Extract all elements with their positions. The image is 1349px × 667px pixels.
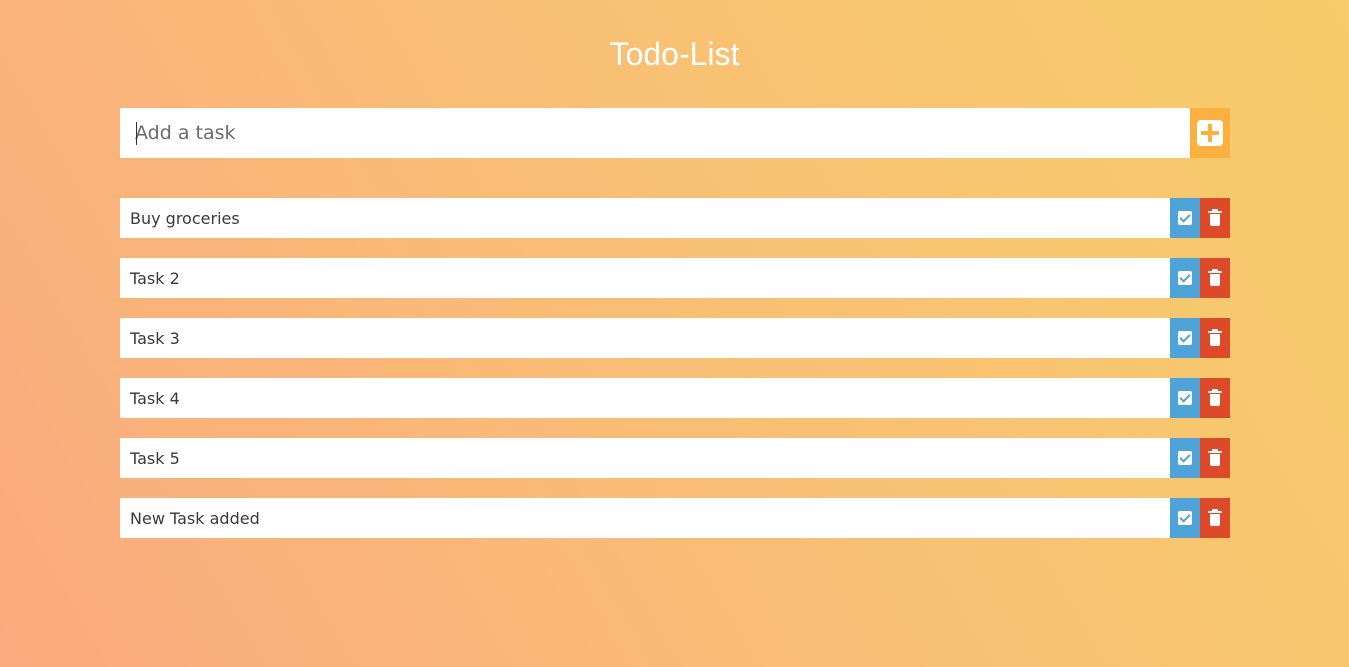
trash-icon [1208,209,1222,226]
complete-task-button[interactable] [1170,378,1200,418]
add-task-button[interactable] [1190,108,1230,158]
trash-icon [1208,329,1222,346]
check-square-icon [1178,331,1192,345]
delete-task-button[interactable] [1200,258,1230,298]
delete-task-button[interactable] [1200,198,1230,238]
trash-icon [1208,269,1222,286]
page-title: Todo-List [609,36,740,72]
trash-icon [1208,389,1222,406]
add-task-bar [120,108,1230,158]
task-item: Task 5 [120,438,1230,478]
task-item: Buy groceries [120,198,1230,238]
task-label: New Task added [130,508,260,528]
check-square-icon [1178,391,1192,405]
check-square-icon [1178,511,1192,525]
complete-task-button[interactable] [1170,318,1200,358]
add-task-input[interactable] [120,108,1190,158]
task-label: Task 3 [130,328,180,348]
delete-task-button[interactable] [1200,378,1230,418]
task-label: Task 4 [130,388,180,408]
complete-task-button[interactable] [1170,498,1200,538]
delete-task-button[interactable] [1200,498,1230,538]
task-label: Task 2 [130,268,180,288]
delete-task-button[interactable] [1200,318,1230,358]
complete-task-button[interactable] [1170,258,1200,298]
text-cursor [136,122,137,145]
task-item: Task 3 [120,318,1230,358]
complete-task-button[interactable] [1170,198,1200,238]
check-square-icon [1178,271,1192,285]
trash-icon [1208,449,1222,466]
task-item: Task 2 [120,258,1230,298]
task-item: New Task added [120,498,1230,538]
delete-task-button[interactable] [1200,438,1230,478]
task-item: Task 4 [120,378,1230,418]
task-label: Task 5 [130,448,180,468]
check-square-icon [1178,211,1192,225]
check-square-icon [1178,451,1192,465]
task-list: Buy groceries Task 2 Task 3 Task 4 Task … [120,198,1230,558]
plus-square-icon [1197,120,1223,146]
task-label: Buy groceries [130,208,240,228]
complete-task-button[interactable] [1170,438,1200,478]
trash-icon [1208,509,1222,526]
